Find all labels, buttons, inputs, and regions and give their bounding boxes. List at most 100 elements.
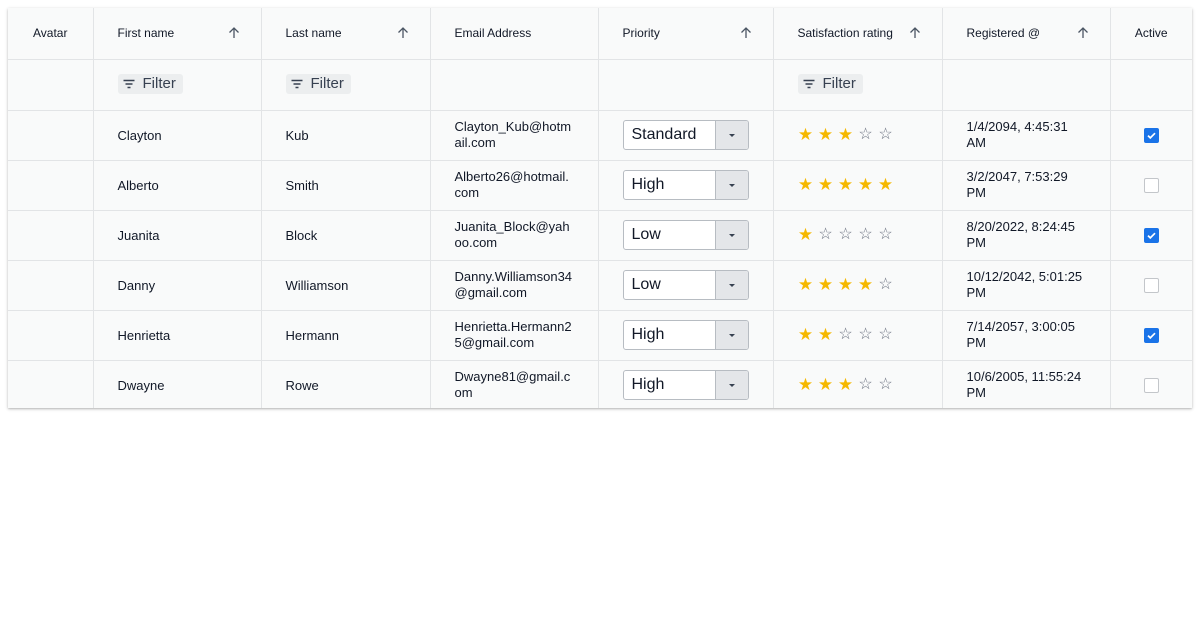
- arrow-up-icon[interactable]: [1076, 26, 1090, 40]
- column-header-label: Satisfaction rating: [797, 26, 893, 41]
- priority-select[interactable]: Standard: [622, 120, 749, 150]
- priority-select[interactable]: High: [622, 320, 749, 350]
- table-row[interactable]: Danny Williamson Danny.Williamson34@gmail.…: [8, 260, 1192, 311]
- star-filled-icon[interactable]: ★: [858, 276, 874, 293]
- priority-select[interactable]: Low: [622, 220, 749, 250]
- column-header-label: Last name: [285, 26, 342, 41]
- column-header-label: Active: [1134, 26, 1168, 41]
- priority-cell: High: [598, 310, 774, 361]
- dropdown-button[interactable]: [714, 271, 748, 299]
- registered-cell: 8/20/2022, 8:24:45 PM: [942, 210, 1111, 261]
- star-filled-icon[interactable]: ★: [858, 176, 874, 193]
- column-header-label: First name: [117, 26, 175, 41]
- star-filled-icon[interactable]: ★: [838, 376, 854, 393]
- caret-down-icon: [728, 133, 735, 137]
- star-outline-icon[interactable]: ☆: [858, 377, 874, 393]
- table-row[interactable]: Juanita Block Juanita_Block@yahoo.com Low ★ ☆…: [8, 210, 1192, 261]
- filter-button-last-name[interactable]: Filter: [285, 73, 351, 94]
- check-icon: [1147, 332, 1156, 339]
- active-cell: [1110, 360, 1192, 408]
- star-filled-icon[interactable]: ★: [838, 126, 854, 143]
- priority-select[interactable]: Low: [622, 270, 749, 300]
- star-filled-icon[interactable]: ★: [798, 126, 814, 143]
- dropdown-button[interactable]: [714, 171, 748, 199]
- star-filled-icon[interactable]: ★: [818, 276, 834, 293]
- table-row[interactable]: Dwayne Rowe Dwayne81@gmail.com High ★ ★ ★ ☆ ☆ 10/…: [8, 360, 1192, 408]
- active-checkbox[interactable]: [1143, 127, 1159, 143]
- dropdown-button[interactable]: [714, 321, 748, 349]
- priority-value: High: [631, 176, 665, 193]
- column-header-priority[interactable]: Priority: [598, 8, 774, 60]
- priority-value: Standard: [631, 126, 697, 143]
- avatar-cell: [8, 210, 94, 261]
- column-header-last-name[interactable]: Last name: [261, 8, 431, 60]
- table-row[interactable]: Alberto Smith Alberto26@hotmail.com High ★ ★ ★…: [8, 160, 1192, 211]
- arrow-up-icon[interactable]: [908, 26, 922, 40]
- filter-cell-email: [430, 59, 599, 111]
- star-filled-icon[interactable]: ★: [798, 376, 814, 393]
- dropdown-button[interactable]: [714, 121, 748, 149]
- column-header-email: Email Address: [430, 8, 599, 60]
- rating-stars[interactable]: ★ ★ ☆ ☆ ☆: [798, 326, 918, 343]
- active-checkbox[interactable]: [1143, 327, 1159, 343]
- star-filled-icon[interactable]: ★: [798, 176, 814, 193]
- arrow-up-icon[interactable]: [396, 26, 410, 40]
- last-name-cell: Rowe: [261, 360, 431, 408]
- avatar-cell: [8, 110, 94, 161]
- filter-button-satisfaction[interactable]: Filter: [797, 73, 863, 94]
- star-filled-icon[interactable]: ★: [798, 326, 814, 343]
- star-outline-icon[interactable]: ☆: [858, 227, 874, 243]
- star-outline-icon[interactable]: ☆: [878, 227, 894, 243]
- column-header-avatar: Avatar: [8, 8, 94, 60]
- star-outline-icon[interactable]: ☆: [878, 377, 894, 393]
- dropdown-button[interactable]: [714, 371, 748, 400]
- first-name-cell: Henrietta: [93, 310, 262, 361]
- active-checkbox[interactable]: [1143, 377, 1159, 393]
- rating-stars[interactable]: ★ ★ ★ ★ ☆: [798, 276, 918, 293]
- star-filled-icon[interactable]: ★: [878, 176, 894, 193]
- star-outline-icon[interactable]: ☆: [878, 327, 894, 343]
- table-row[interactable]: Clayton Kub Clayton_Kub@hotmail.com Standar…: [8, 110, 1192, 161]
- column-header-registered[interactable]: Registered @: [942, 8, 1111, 60]
- star-outline-icon[interactable]: ☆: [858, 327, 874, 343]
- priority-value: Low: [631, 276, 661, 293]
- active-cell: [1110, 260, 1192, 311]
- filter-button-first-name[interactable]: Filter: [117, 73, 183, 94]
- active-checkbox[interactable]: [1143, 227, 1159, 243]
- registered-cell: 10/12/2042, 5:01:25 PM: [942, 260, 1111, 311]
- priority-cell: Low: [598, 260, 774, 311]
- registered-cell: 3/2/2047, 7:53:29 PM: [942, 160, 1111, 211]
- priority-select[interactable]: High: [622, 370, 749, 401]
- star-filled-icon[interactable]: ★: [798, 276, 814, 293]
- star-outline-icon[interactable]: ☆: [818, 227, 834, 243]
- arrow-up-icon[interactable]: [739, 26, 753, 40]
- rating-stars[interactable]: ★ ☆ ☆ ☆ ☆: [798, 226, 918, 243]
- table-row[interactable]: Henrietta Hermann Henrietta.Hermann25@gmai…: [8, 310, 1192, 361]
- active-checkbox[interactable]: [1143, 177, 1159, 193]
- star-outline-icon[interactable]: ☆: [858, 127, 874, 143]
- first-name-cell: Alberto: [93, 160, 262, 211]
- satisfaction-cell: ★ ☆ ☆ ☆ ☆: [773, 210, 943, 261]
- rating-stars[interactable]: ★ ★ ★ ★ ★: [798, 176, 918, 193]
- star-filled-icon[interactable]: ★: [818, 126, 834, 143]
- star-outline-icon[interactable]: ☆: [838, 227, 854, 243]
- active-checkbox[interactable]: [1143, 277, 1159, 293]
- last-name-cell: Smith: [261, 160, 431, 211]
- star-outline-icon[interactable]: ☆: [878, 277, 894, 293]
- priority-cell: Low: [598, 210, 774, 261]
- column-header-satisfaction[interactable]: Satisfaction rating: [773, 8, 943, 60]
- star-filled-icon[interactable]: ★: [838, 176, 854, 193]
- column-header-first-name[interactable]: First name: [93, 8, 262, 60]
- star-filled-icon[interactable]: ★: [838, 276, 854, 293]
- priority-select[interactable]: High: [622, 170, 749, 200]
- star-outline-icon[interactable]: ☆: [838, 327, 854, 343]
- dropdown-button[interactable]: [714, 221, 748, 249]
- rating-stars[interactable]: ★ ★ ★ ☆ ☆: [798, 376, 918, 393]
- star-filled-icon[interactable]: ★: [798, 226, 814, 243]
- star-filled-icon[interactable]: ★: [818, 376, 834, 393]
- star-outline-icon[interactable]: ☆: [878, 127, 894, 143]
- star-filled-icon[interactable]: ★: [818, 326, 834, 343]
- rating-stars[interactable]: ★ ★ ★ ☆ ☆: [798, 126, 918, 143]
- arrow-up-icon[interactable]: [227, 26, 241, 40]
- star-filled-icon[interactable]: ★: [818, 176, 834, 193]
